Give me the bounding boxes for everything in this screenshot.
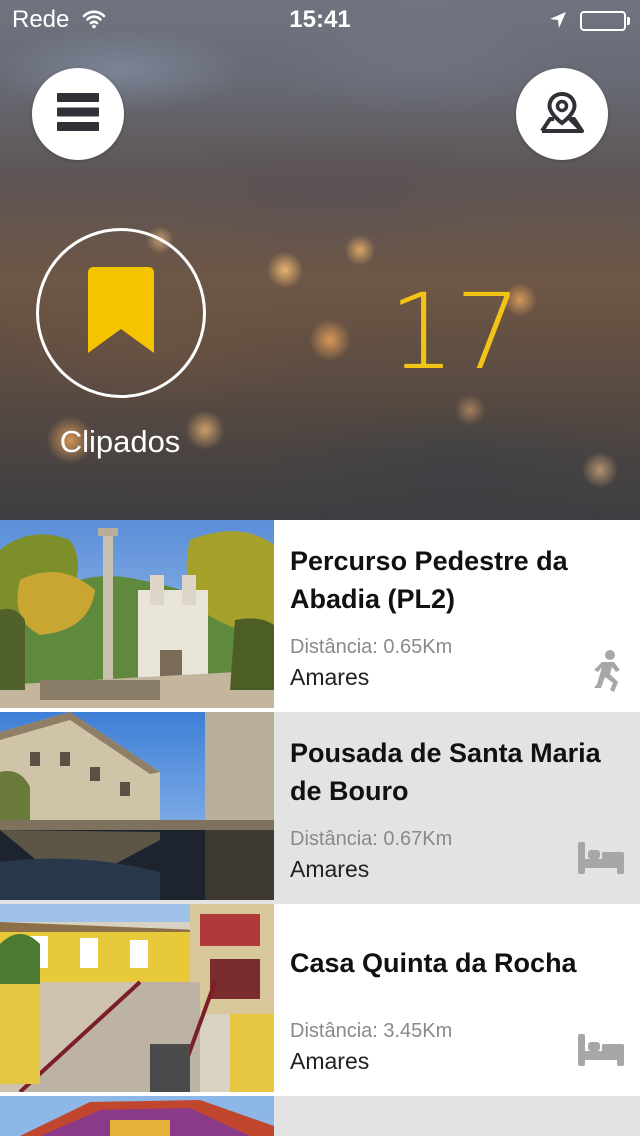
item-title: Percurso Pedestre da Abadia (PL2) [290,546,568,614]
battery-icon [580,11,630,31]
item-title: Pousada de Santa Maria de Bouro [290,738,601,806]
list-item[interactable]: Pousada de Santa Maria de Bouro Distânci… [0,712,640,904]
item-thumbnail [0,904,274,1092]
list-item[interactable]: Percurso Pedestre da Abadia (PL2) Distân… [0,520,640,712]
bed-icon [578,842,624,879]
clipped-count: 17 [388,271,522,393]
map-pin-icon [539,90,585,139]
location-arrow-icon [548,9,568,37]
item-distance: Distância: 0.65Km [290,636,453,658]
item-title: Casa Quinta da Rocha [290,948,577,978]
clipped-button[interactable] [36,228,206,398]
item-location: Amares [290,664,370,690]
bookmark-icon [88,266,154,360]
list-item[interactable] [0,1096,640,1136]
hero-header: Rede 15:41 Clipados 17 [0,0,640,520]
item-distance: Distância: 3.45Km [290,1020,453,1042]
map-button[interactable] [516,68,608,160]
bed-icon [578,1034,624,1071]
item-location: Amares [290,1048,370,1074]
menu-button[interactable] [32,68,124,160]
menu-icon [57,92,99,136]
item-distance: Distância: 0.67Km [290,828,453,850]
status-time: 15:41 [289,6,351,33]
results-list: Percurso Pedestre da Abadia (PL2) Distân… [0,520,640,1136]
item-location: Amares [290,856,370,882]
item-thumbnail [0,712,274,900]
item-thumbnail [0,1096,274,1136]
status-bar: Rede 15:41 [0,0,640,40]
clipped-label: Clipados [59,424,181,459]
hiker-icon [592,650,624,699]
list-item[interactable]: Casa Quinta da Rocha Distância: 3.45Km A… [0,904,640,1096]
item-thumbnail [0,520,274,708]
